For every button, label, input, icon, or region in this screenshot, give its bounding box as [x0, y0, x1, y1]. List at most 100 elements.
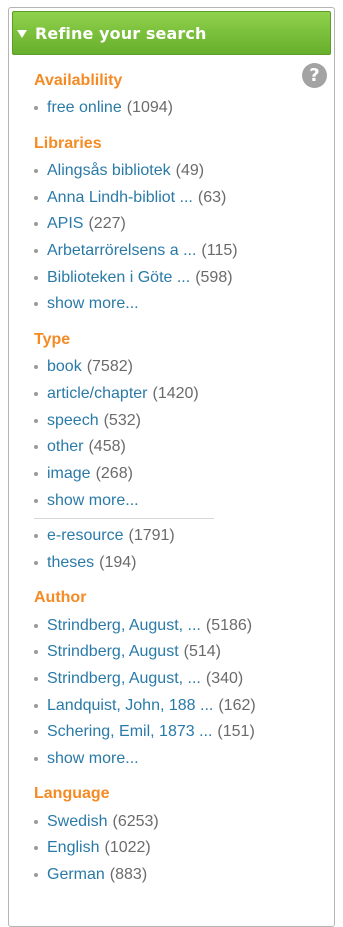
facet-item[interactable]: Biblioteken i Göte ... (598): [34, 264, 324, 291]
facet-section-type: Type book (7582) article/chapter (1420) …: [34, 330, 324, 577]
bullet-icon: [34, 873, 38, 878]
facet-item-label[interactable]: other: [47, 438, 83, 456]
facet-item-count: (1022): [104, 839, 151, 857]
facet-item-label[interactable]: free online: [47, 99, 122, 117]
bullet-icon: [34, 623, 38, 628]
refine-search-title: Refine your search: [35, 23, 207, 43]
facet-item-label[interactable]: German: [47, 866, 105, 884]
facet-item[interactable]: free online (1094): [34, 95, 324, 122]
facet-item-label[interactable]: English: [47, 839, 99, 857]
facet-item-label[interactable]: image: [47, 465, 91, 483]
bullet-icon: [34, 106, 38, 111]
bullet-icon: [34, 846, 38, 851]
show-more-libraries[interactable]: show more...: [34, 291, 324, 318]
facet-item-count: (115): [201, 242, 238, 260]
facet-item-label[interactable]: Arbetarrörelsens a ...: [47, 242, 196, 260]
facet-item-count: (1791): [128, 527, 175, 545]
facet-item-label[interactable]: Schering, Emil, 1873 ...: [47, 723, 212, 741]
facet-section-availability: Availablility free online (1094): [34, 71, 324, 122]
facet-heading-libraries: Libraries: [34, 134, 102, 152]
bullet-icon: [34, 169, 38, 174]
facet-item-label[interactable]: book: [47, 358, 82, 376]
facet-section-language: Language Swedish (6253) English (1022) G…: [34, 784, 324, 888]
bullet-icon: [34, 365, 38, 370]
facet-item[interactable]: Alingsås bibliotek (49): [34, 158, 324, 185]
bullet-icon: [34, 445, 38, 450]
facet-item[interactable]: other (458): [34, 434, 324, 461]
bullet-icon: [34, 498, 38, 503]
facet-item[interactable]: book (7582): [34, 354, 324, 381]
facet-item[interactable]: e-resource (1791): [34, 523, 324, 550]
facet-item-count: (598): [195, 268, 233, 286]
facet-item[interactable]: image (268): [34, 461, 324, 488]
facet-item-label[interactable]: Strindberg, August: [47, 643, 179, 661]
bullet-icon: [34, 249, 38, 254]
facet-heading-type: Type: [34, 330, 71, 348]
show-more-type[interactable]: show more...: [34, 487, 324, 514]
facet-heading-language: Language: [34, 785, 110, 803]
bullet-icon: [34, 471, 38, 476]
facet-item[interactable]: Strindberg, August, ... (5186): [34, 612, 324, 639]
facet-item[interactable]: Swedish (6253): [34, 808, 324, 835]
show-more-link[interactable]: show more...: [47, 750, 139, 768]
bullet-icon: [34, 418, 38, 423]
facet-item-label[interactable]: speech: [47, 412, 99, 430]
facet-item-label[interactable]: APIS: [47, 215, 83, 233]
type-divider: [34, 517, 214, 519]
show-more-link[interactable]: show more...: [47, 492, 139, 510]
bullet-icon: [34, 730, 38, 735]
bullet-icon: [34, 534, 38, 539]
bullet-icon: [34, 703, 38, 708]
facet-item-count: (7582): [86, 358, 133, 376]
bullet-icon: [34, 222, 38, 227]
show-more-link[interactable]: show more...: [47, 295, 139, 313]
bullet-icon: [34, 275, 38, 280]
facet-item-count: (162): [218, 696, 256, 714]
facet-item-label[interactable]: e-resource: [47, 527, 123, 545]
facet-item-label[interactable]: Landquist, John, 188 ...: [47, 697, 213, 715]
facet-item-label[interactable]: Swedish: [47, 813, 107, 831]
facet-item-count: (340): [205, 670, 244, 688]
refine-search-panel: Refine your search ? Availablility free …: [8, 7, 335, 927]
facet-item-count: (5186): [205, 616, 253, 634]
facet-section-libraries: Libraries Alingsås bibliotek (49) Anna L…: [34, 134, 324, 318]
facet-item[interactable]: German (883): [34, 862, 324, 889]
facet-item-label[interactable]: theses: [47, 554, 94, 572]
facet-item-label[interactable]: Alingsås bibliotek: [47, 162, 171, 180]
bullet-icon: [34, 195, 38, 200]
facet-section-author: Author Strindberg, August, ... (5186) St…: [34, 588, 324, 772]
facet-item-count: (458): [88, 438, 126, 456]
facet-item[interactable]: Schering, Emil, 1873 ... (151): [34, 719, 324, 746]
facet-item[interactable]: English (1022): [34, 835, 324, 862]
facet-item-count: (1094): [126, 99, 173, 117]
bullet-icon: [34, 819, 38, 824]
bullet-icon: [34, 560, 38, 565]
facet-item-label[interactable]: article/chapter: [47, 385, 148, 403]
facet-item-count: (151): [217, 723, 255, 741]
facet-item[interactable]: Anna Lindh-bibliot ... (63): [34, 184, 324, 211]
bullet-icon: [34, 650, 38, 655]
facet-item-label[interactable]: Anna Lindh-bibliot ...: [47, 189, 193, 207]
facet-item[interactable]: speech (532): [34, 407, 324, 434]
facet-heading-availability: Availablility: [34, 72, 123, 89]
facet-item-label[interactable]: Strindberg, August, ...: [47, 617, 201, 635]
facet-item[interactable]: Arbetarrörelsens a ... (115): [34, 238, 324, 265]
collapse-triangle-icon: [17, 29, 27, 38]
facet-item-count: (6253): [112, 812, 159, 830]
facet-item-count: (532): [103, 411, 141, 429]
facet-item-count: (63): [197, 188, 227, 206]
show-more-author[interactable]: show more...: [34, 746, 324, 773]
facet-item[interactable]: theses (194): [34, 550, 324, 577]
facet-list: Availablility free online (1094) Librari…: [34, 71, 324, 901]
facet-item[interactable]: article/chapter (1420): [34, 381, 324, 408]
facet-item[interactable]: Strindberg, August, ... (340): [34, 666, 324, 693]
refine-search-header[interactable]: Refine your search: [12, 11, 331, 55]
facet-item[interactable]: Landquist, John, 188 ... (162): [34, 692, 324, 719]
facet-item-count: (1420): [152, 384, 199, 402]
facet-item[interactable]: Strindberg, August (514): [34, 639, 324, 666]
facet-item-label[interactable]: Strindberg, August, ...: [47, 670, 201, 688]
facet-item-label[interactable]: Biblioteken i Göte ...: [47, 269, 190, 287]
facet-heading-author: Author: [34, 589, 87, 607]
facet-item[interactable]: APIS (227): [34, 211, 324, 238]
bullet-icon: [34, 302, 38, 307]
